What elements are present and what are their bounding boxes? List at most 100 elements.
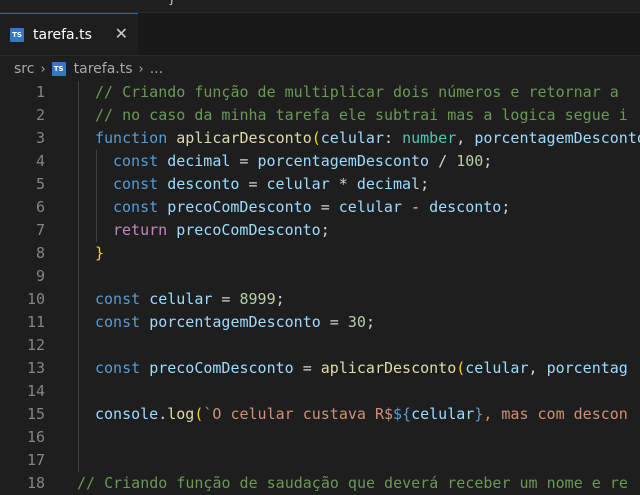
code-token: = bbox=[230, 152, 258, 170]
code-token: = bbox=[293, 359, 321, 377]
code-token: precoComDesconto bbox=[149, 359, 294, 377]
code-token: = bbox=[320, 313, 348, 331]
code-token: ( bbox=[311, 129, 321, 147]
code-token: return bbox=[113, 221, 177, 239]
code-line[interactable]: 14 bbox=[0, 380, 640, 403]
code-token: - bbox=[402, 198, 430, 216]
code-line[interactable]: 16 bbox=[0, 426, 640, 449]
code-token: desconto bbox=[429, 198, 502, 216]
typescript-file-icon: TS bbox=[10, 27, 24, 42]
code-text: const precoComDesconto = aplicarDesconto… bbox=[95, 357, 628, 380]
code-text: const desconto = celular * decimal; bbox=[113, 173, 429, 196]
code-token: celular bbox=[411, 405, 475, 423]
code-token: 8999 bbox=[239, 290, 276, 308]
line-number: 10 bbox=[26, 290, 45, 308]
code-token: precoComDesconto bbox=[167, 198, 312, 216]
code-token: `O celular custava R$ bbox=[203, 405, 394, 423]
code-token: const bbox=[113, 152, 168, 170]
breadcrumb: src › TS tarefa.ts › ... bbox=[0, 56, 640, 82]
line-number: 3 bbox=[35, 129, 45, 147]
line-number: 15 bbox=[26, 405, 45, 423]
code-line[interactable]: 10 const celular = 8999; bbox=[0, 288, 640, 311]
code-line[interactable]: 13 const precoComDesconto = aplicarDescon… bbox=[0, 357, 640, 380]
code-token: ; bbox=[420, 175, 430, 193]
code-line[interactable]: 9 bbox=[0, 265, 640, 288]
breadcrumb-folder-src[interactable]: src bbox=[14, 61, 34, 77]
code-line[interactable]: 11 const porcentagemDesconto = 30; bbox=[0, 311, 640, 334]
code-token: / bbox=[429, 152, 457, 170]
code-text: const porcentagemDesconto = 30; bbox=[95, 311, 375, 334]
code-token: porcentagemDesconto bbox=[257, 152, 430, 170]
code-line[interactable]: 17 bbox=[0, 449, 640, 472]
code-token: } bbox=[474, 405, 484, 423]
code-token: desconto bbox=[167, 175, 240, 193]
code-line[interactable]: 8} bbox=[0, 242, 640, 265]
code-token: // Criando função de multiplicar dois nú… bbox=[95, 83, 619, 101]
line-number: 16 bbox=[26, 428, 45, 446]
code-token: const bbox=[95, 359, 150, 377]
line-number: 12 bbox=[26, 336, 45, 354]
chevron-right-icon: › bbox=[138, 61, 144, 77]
indent-guide bbox=[78, 81, 79, 472]
code-token: porcentagemDesconto bbox=[474, 129, 640, 147]
code-text: const precoComDesconto = celular - desco… bbox=[113, 196, 510, 219]
code-token: // no caso da minha tarefa ele subtrai m… bbox=[95, 106, 628, 124]
code-editor[interactable]: 1 // Criando função de multiplicar dois n… bbox=[0, 81, 640, 492]
title-bar: } bbox=[0, 0, 640, 13]
code-token: , bbox=[456, 129, 475, 147]
line-number: 7 bbox=[35, 221, 45, 239]
code-token: } bbox=[95, 244, 105, 262]
breadcrumb-symbols[interactable]: ... bbox=[150, 61, 163, 77]
close-icon[interactable]: ✕ bbox=[115, 25, 128, 43]
code-token: , mas com descon bbox=[483, 405, 628, 423]
code-token: 30 bbox=[347, 313, 366, 331]
code-token: const bbox=[113, 175, 168, 193]
code-token: , bbox=[528, 359, 547, 377]
code-token: console bbox=[95, 405, 159, 423]
editor-tab-bar: TS tarefa.ts ✕ bbox=[0, 13, 640, 56]
code-token: aplicarDesconto bbox=[320, 359, 457, 377]
title-bar-peek-text: } bbox=[168, 0, 176, 6]
code-token: 100 bbox=[456, 152, 484, 170]
code-token: ; bbox=[501, 198, 511, 216]
typescript-file-icon: TS bbox=[51, 62, 66, 76]
code-token: ; bbox=[320, 221, 330, 239]
line-number: 1 bbox=[35, 83, 45, 101]
code-token: celular bbox=[338, 198, 402, 216]
code-line[interactable]: 2 // no caso da minha tarefa ele subtrai … bbox=[0, 104, 640, 127]
code-token: : bbox=[384, 129, 403, 147]
line-number: 4 bbox=[35, 152, 45, 170]
code-token: porcentagemDesconto bbox=[149, 313, 321, 331]
code-line[interactable]: 12 bbox=[0, 334, 640, 357]
line-number: 6 bbox=[35, 198, 45, 216]
line-number: 13 bbox=[26, 359, 45, 377]
code-token: function bbox=[95, 129, 177, 147]
code-token: ${ bbox=[393, 405, 412, 423]
line-number: 11 bbox=[26, 313, 45, 331]
line-number: 5 bbox=[35, 175, 45, 193]
code-token: = bbox=[212, 290, 240, 308]
code-line[interactable]: 1 // Criando função de multiplicar dois n… bbox=[0, 81, 640, 104]
code-token: // Criando função de saudação que deverá… bbox=[77, 474, 628, 492]
code-token: ; bbox=[365, 313, 375, 331]
code-token: celular bbox=[320, 129, 384, 147]
code-line[interactable]: 18 // Criando função de saudação que deve… bbox=[0, 472, 640, 495]
code-token: decimal bbox=[167, 152, 231, 170]
code-text: function aplicarDesconto(celular: number… bbox=[95, 127, 640, 150]
code-text: const decimal = porcentagemDesconto / 10… bbox=[113, 150, 492, 173]
breadcrumb-file[interactable]: tarefa.ts bbox=[74, 61, 133, 77]
code-token: precoComDesconto bbox=[176, 221, 321, 239]
code-token: celular bbox=[149, 290, 213, 308]
indent-guide bbox=[96, 150, 97, 242]
code-line[interactable]: 3 function aplicarDesconto(celular: numbe… bbox=[0, 127, 640, 150]
code-token: aplicarDesconto bbox=[176, 129, 312, 147]
code-token: ; bbox=[483, 152, 493, 170]
code-line[interactable]: 15 console.log(`O celular custava R$${cel… bbox=[0, 403, 640, 426]
tab-label: tarefa.ts bbox=[33, 26, 92, 43]
code-token: ; bbox=[275, 290, 285, 308]
tab-tarefa-ts[interactable]: TS tarefa.ts ✕ bbox=[0, 13, 138, 55]
code-token: const bbox=[95, 290, 150, 308]
code-text: // Criando função de multiplicar dois nú… bbox=[95, 81, 619, 104]
code-text: // no caso da minha tarefa ele subtrai m… bbox=[95, 104, 628, 127]
line-number: 18 bbox=[26, 474, 45, 492]
